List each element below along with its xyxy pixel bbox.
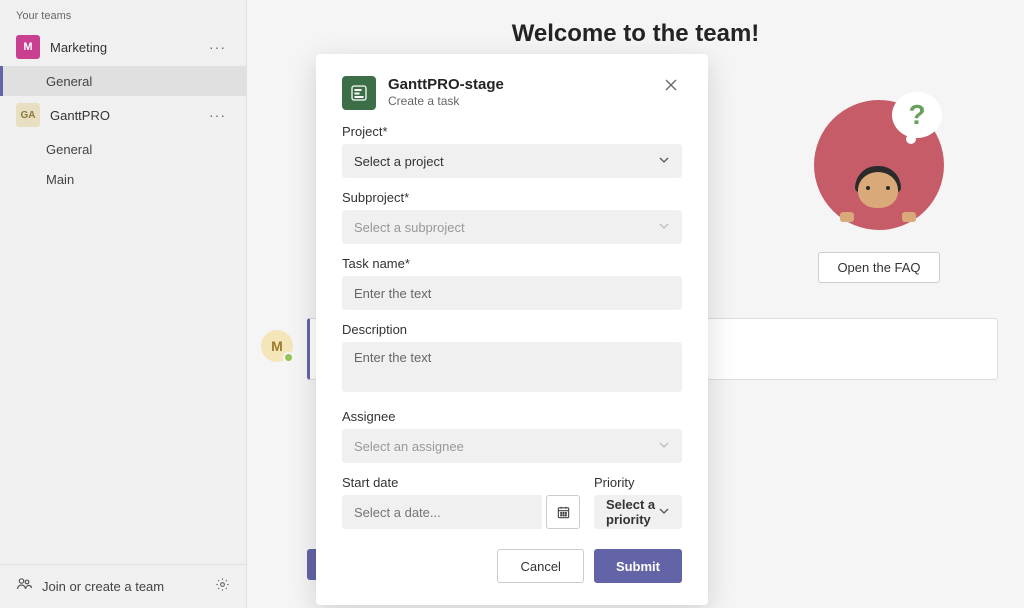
modal-title: GanttPRO-stage <box>388 76 504 93</box>
description-label: Description <box>342 322 682 337</box>
assignee-label: Assignee <box>342 409 682 424</box>
close-icon[interactable] <box>660 76 682 99</box>
startdate-input[interactable] <box>342 495 542 529</box>
welcome-title: Welcome to the team! <box>247 20 1024 48</box>
more-icon[interactable]: ··· <box>205 107 230 123</box>
priority-label: Priority <box>594 475 682 490</box>
more-icon[interactable]: ··· <box>205 39 230 55</box>
avatar: M <box>261 330 293 362</box>
sidebar-footer: Join or create a team <box>0 564 246 608</box>
priority-select[interactable]: Select a priority <box>594 495 682 529</box>
startdate-label: Start date <box>342 475 580 490</box>
team-icon: GA <box>16 103 40 127</box>
subproject-select[interactable]: Select a subproject <box>342 210 682 244</box>
subproject-label: Subproject* <box>342 190 682 205</box>
team-row-marketing[interactable]: M Marketing ··· <box>0 28 246 66</box>
chevron-down-icon <box>658 439 670 454</box>
chevron-down-icon <box>658 505 670 520</box>
create-task-modal: GanttPRO-stage Create a task Project* Se… <box>316 54 708 605</box>
project-label: Project* <box>342 124 682 139</box>
people-icon <box>16 576 32 597</box>
submit-button[interactable]: Submit <box>594 549 682 583</box>
team-name: Marketing <box>50 40 205 55</box>
calendar-icon <box>556 505 571 520</box>
description-input[interactable] <box>342 342 682 392</box>
ganttpro-icon <box>342 76 376 110</box>
channel-general[interactable]: General <box>0 66 246 96</box>
taskname-label: Task name* <box>342 256 682 271</box>
modal-header: GanttPRO-stage Create a task <box>342 76 682 110</box>
team-icon: M <box>16 35 40 59</box>
illustration-block: ? Open the FAQ <box>814 100 944 283</box>
gear-icon[interactable] <box>215 577 230 597</box>
sidebar: Your teams M Marketing ··· General GA Ga… <box>0 0 247 608</box>
channel-general-2[interactable]: General <box>0 134 246 164</box>
assignee-select[interactable]: Select an assignee <box>342 429 682 463</box>
open-faq-button[interactable]: Open the FAQ <box>818 252 939 283</box>
taskname-input[interactable] <box>342 276 682 310</box>
channel-main[interactable]: Main <box>0 164 246 194</box>
presence-available-icon <box>283 352 294 363</box>
question-mark-icon: ? <box>908 99 925 131</box>
team-name: GanttPRO <box>50 108 205 123</box>
chevron-down-icon <box>658 220 670 235</box>
sidebar-header: Your teams <box>0 0 246 28</box>
calendar-button[interactable] <box>546 495 580 529</box>
modal-subtitle: Create a task <box>388 94 504 108</box>
cancel-button[interactable]: Cancel <box>497 549 583 583</box>
team-row-ganttpro[interactable]: GA GanttPRO ··· <box>0 96 246 134</box>
project-select[interactable]: Select a project <box>342 144 682 178</box>
chevron-down-icon <box>658 154 670 169</box>
join-create-label[interactable]: Join or create a team <box>42 579 215 594</box>
faq-illustration: ? <box>814 100 944 230</box>
